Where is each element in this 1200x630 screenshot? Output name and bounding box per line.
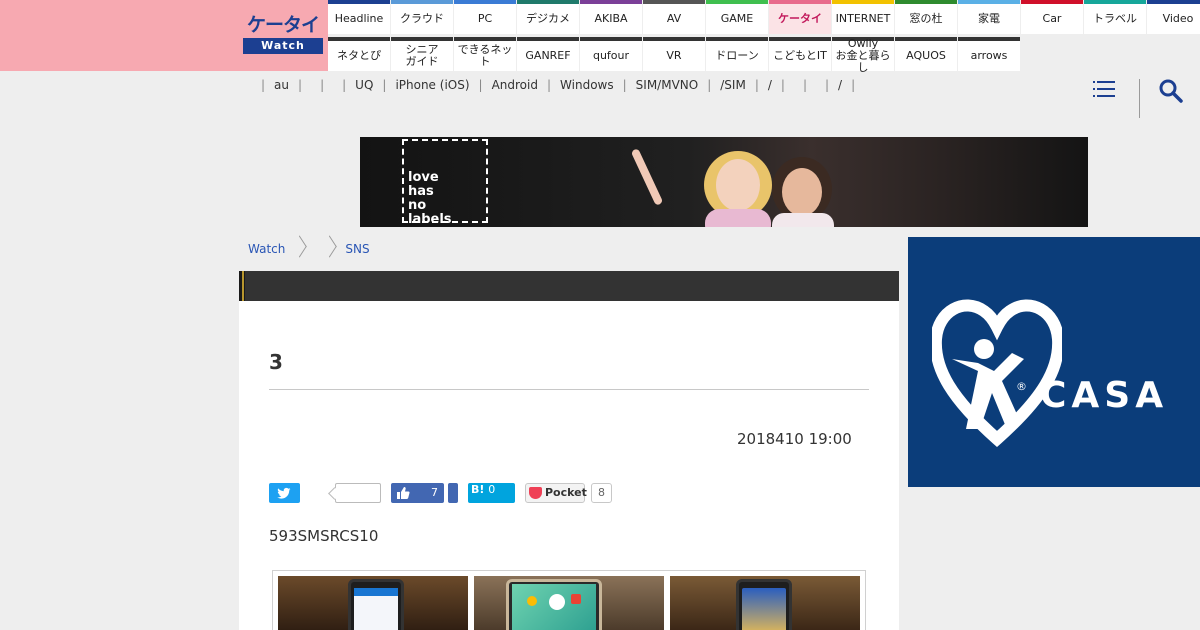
- subnav-separator: |: [825, 78, 830, 92]
- site-nav: Headline クラウド PC デジカメ AKIBA AV GAME ケータイ INTERNE…: [328, 0, 1200, 74]
- subnav-separator: |: [320, 78, 325, 92]
- nav-subitem-5[interactable]: VR: [643, 37, 705, 71]
- nav-item-10[interactable]: 家電: [958, 0, 1020, 34]
- nav-subitem-2[interactable]: できるネット: [454, 37, 516, 71]
- twitter-share-button[interactable]: [269, 483, 300, 503]
- article-title: 3: [269, 350, 283, 374]
- hatena-icon: B!: [471, 483, 485, 496]
- breadcrumb-item-home[interactable]: Watch: [248, 242, 285, 256]
- nav-subitem-0[interactable]: ネタとぴ: [328, 37, 390, 71]
- search-icon: [1159, 79, 1183, 103]
- subnav-separator: |: [261, 78, 266, 92]
- nav-item-5[interactable]: AV: [643, 0, 705, 34]
- subnav-item[interactable]: Android: [492, 78, 538, 92]
- nav-subitem-3[interactable]: GANREF: [517, 37, 579, 71]
- pocket-label: Pocket: [545, 486, 587, 499]
- gallery-photo[interactable]: [670, 576, 860, 630]
- menu-button[interactable]: [1093, 78, 1119, 102]
- gallery-photo[interactable]: [278, 576, 468, 630]
- article-date: 2018410 19:00: [737, 430, 852, 448]
- casa-logo-icon: [932, 299, 1062, 448]
- category-bar: [239, 271, 899, 301]
- subnav-separator: |: [780, 78, 785, 92]
- nav-subitem-4[interactable]: qufour: [580, 37, 642, 71]
- facebook-like-button[interactable]: 7: [391, 483, 444, 503]
- nav-item-0[interactable]: Headline: [328, 0, 390, 34]
- subnav-item[interactable]: /: [838, 78, 842, 92]
- subnav-item[interactable]: au: [274, 78, 289, 92]
- nav-subitem-8[interactable]: Owlly お金と暮らし: [832, 37, 894, 74]
- facebook-share-button[interactable]: [448, 483, 458, 503]
- twitter-icon: [277, 487, 291, 499]
- logo-bottom-text: Watch: [243, 38, 323, 54]
- subnav-separator: |: [478, 78, 483, 92]
- site-logo[interactable]: ケータイ Watch: [243, 13, 323, 56]
- header-divider: [1139, 79, 1140, 118]
- pocket-count: 8: [591, 483, 612, 503]
- nav-item-12[interactable]: トラベル: [1084, 0, 1146, 34]
- nav-item-4[interactable]: AKIBA: [580, 0, 642, 34]
- subnav-separator: |: [546, 78, 552, 92]
- subnav-separator: |: [342, 78, 347, 92]
- nav-item-7[interactable]: ケータイ: [769, 0, 831, 34]
- subnav-item[interactable]: SIM/MVNO: [636, 78, 699, 92]
- nav-subitem-6[interactable]: ドローン: [706, 37, 768, 71]
- gallery-photo[interactable]: [474, 576, 664, 630]
- chevron-right-icon: [285, 237, 315, 261]
- thumbs-up-icon: [397, 487, 410, 499]
- subnav-separator: |: [382, 78, 387, 92]
- nav-item-13[interactable]: Video: [1147, 0, 1200, 34]
- category-subnav: | au | | | UQ | iPhone (iOS) | Android | Windows | SI…: [252, 78, 864, 96]
- facebook-like-count: 7: [431, 486, 438, 499]
- hatena-bookmark-button[interactable]: B! 0: [468, 483, 515, 503]
- subnav-separator: |: [707, 78, 712, 92]
- subnav-item[interactable]: /SIM: [720, 78, 746, 92]
- nav-subitem-10[interactable]: arrows: [958, 37, 1020, 71]
- nav-item-8[interactable]: INTERNET: [832, 0, 894, 34]
- search-button[interactable]: [1158, 78, 1188, 108]
- chevron-right-icon: [315, 237, 345, 261]
- twitter-share-count: [335, 483, 381, 503]
- subnav-separator: |: [802, 78, 807, 92]
- nav-item-11[interactable]: Car: [1021, 0, 1083, 34]
- article-lead: 593SMSRCS10: [269, 527, 379, 545]
- pocket-save-button[interactable]: Pocket: [525, 483, 587, 503]
- subnav-separator: |: [298, 78, 303, 92]
- side-ad[interactable]: ® CASA: [908, 237, 1200, 487]
- side-ad-brand: CASA: [1040, 375, 1169, 416]
- nav-subitem-7[interactable]: こどもとIT: [769, 37, 831, 71]
- pocket-icon: [529, 487, 542, 499]
- nav-subitem-9[interactable]: AQUOS: [895, 37, 957, 71]
- subnav-separator: |: [754, 78, 759, 92]
- breadcrumb: Watch SNS: [248, 237, 370, 261]
- breadcrumb-item-current[interactable]: SNS: [345, 242, 369, 256]
- subnav-item[interactable]: UQ: [355, 78, 373, 92]
- registered-mark: ®: [1016, 380, 1027, 393]
- subnav-separator: |: [851, 78, 856, 92]
- logo-top-text: ケータイ: [246, 14, 320, 36]
- nav-item-6[interactable]: GAME: [706, 0, 768, 34]
- subnav-item[interactable]: /: [768, 78, 772, 92]
- hatena-count: 0: [488, 483, 496, 496]
- nav-item-2[interactable]: PC: [454, 0, 516, 34]
- nav-item-3[interactable]: デジカメ: [517, 0, 579, 34]
- logo-zone: ケータイ Watch: [0, 0, 328, 71]
- subnav-separator: |: [622, 78, 627, 92]
- nav-subitem-1[interactable]: シニア ガイド: [391, 37, 453, 71]
- photo-gallery: [272, 570, 866, 630]
- subnav-item[interactable]: iPhone (iOS): [395, 78, 469, 92]
- title-divider: [269, 389, 869, 390]
- nav-item-9[interactable]: 窓の杜: [895, 0, 957, 34]
- nav-item-1[interactable]: クラウド: [391, 0, 453, 34]
- banner-ad[interactable]: love has no labels: [360, 137, 1088, 227]
- site-header: ケータイ Watch Headline クラウド PC デジカメ AKIBA AV GAME…: [0, 0, 1200, 74]
- banner-ad-photo: [632, 149, 834, 227]
- subnav-item[interactable]: Windows: [560, 78, 614, 92]
